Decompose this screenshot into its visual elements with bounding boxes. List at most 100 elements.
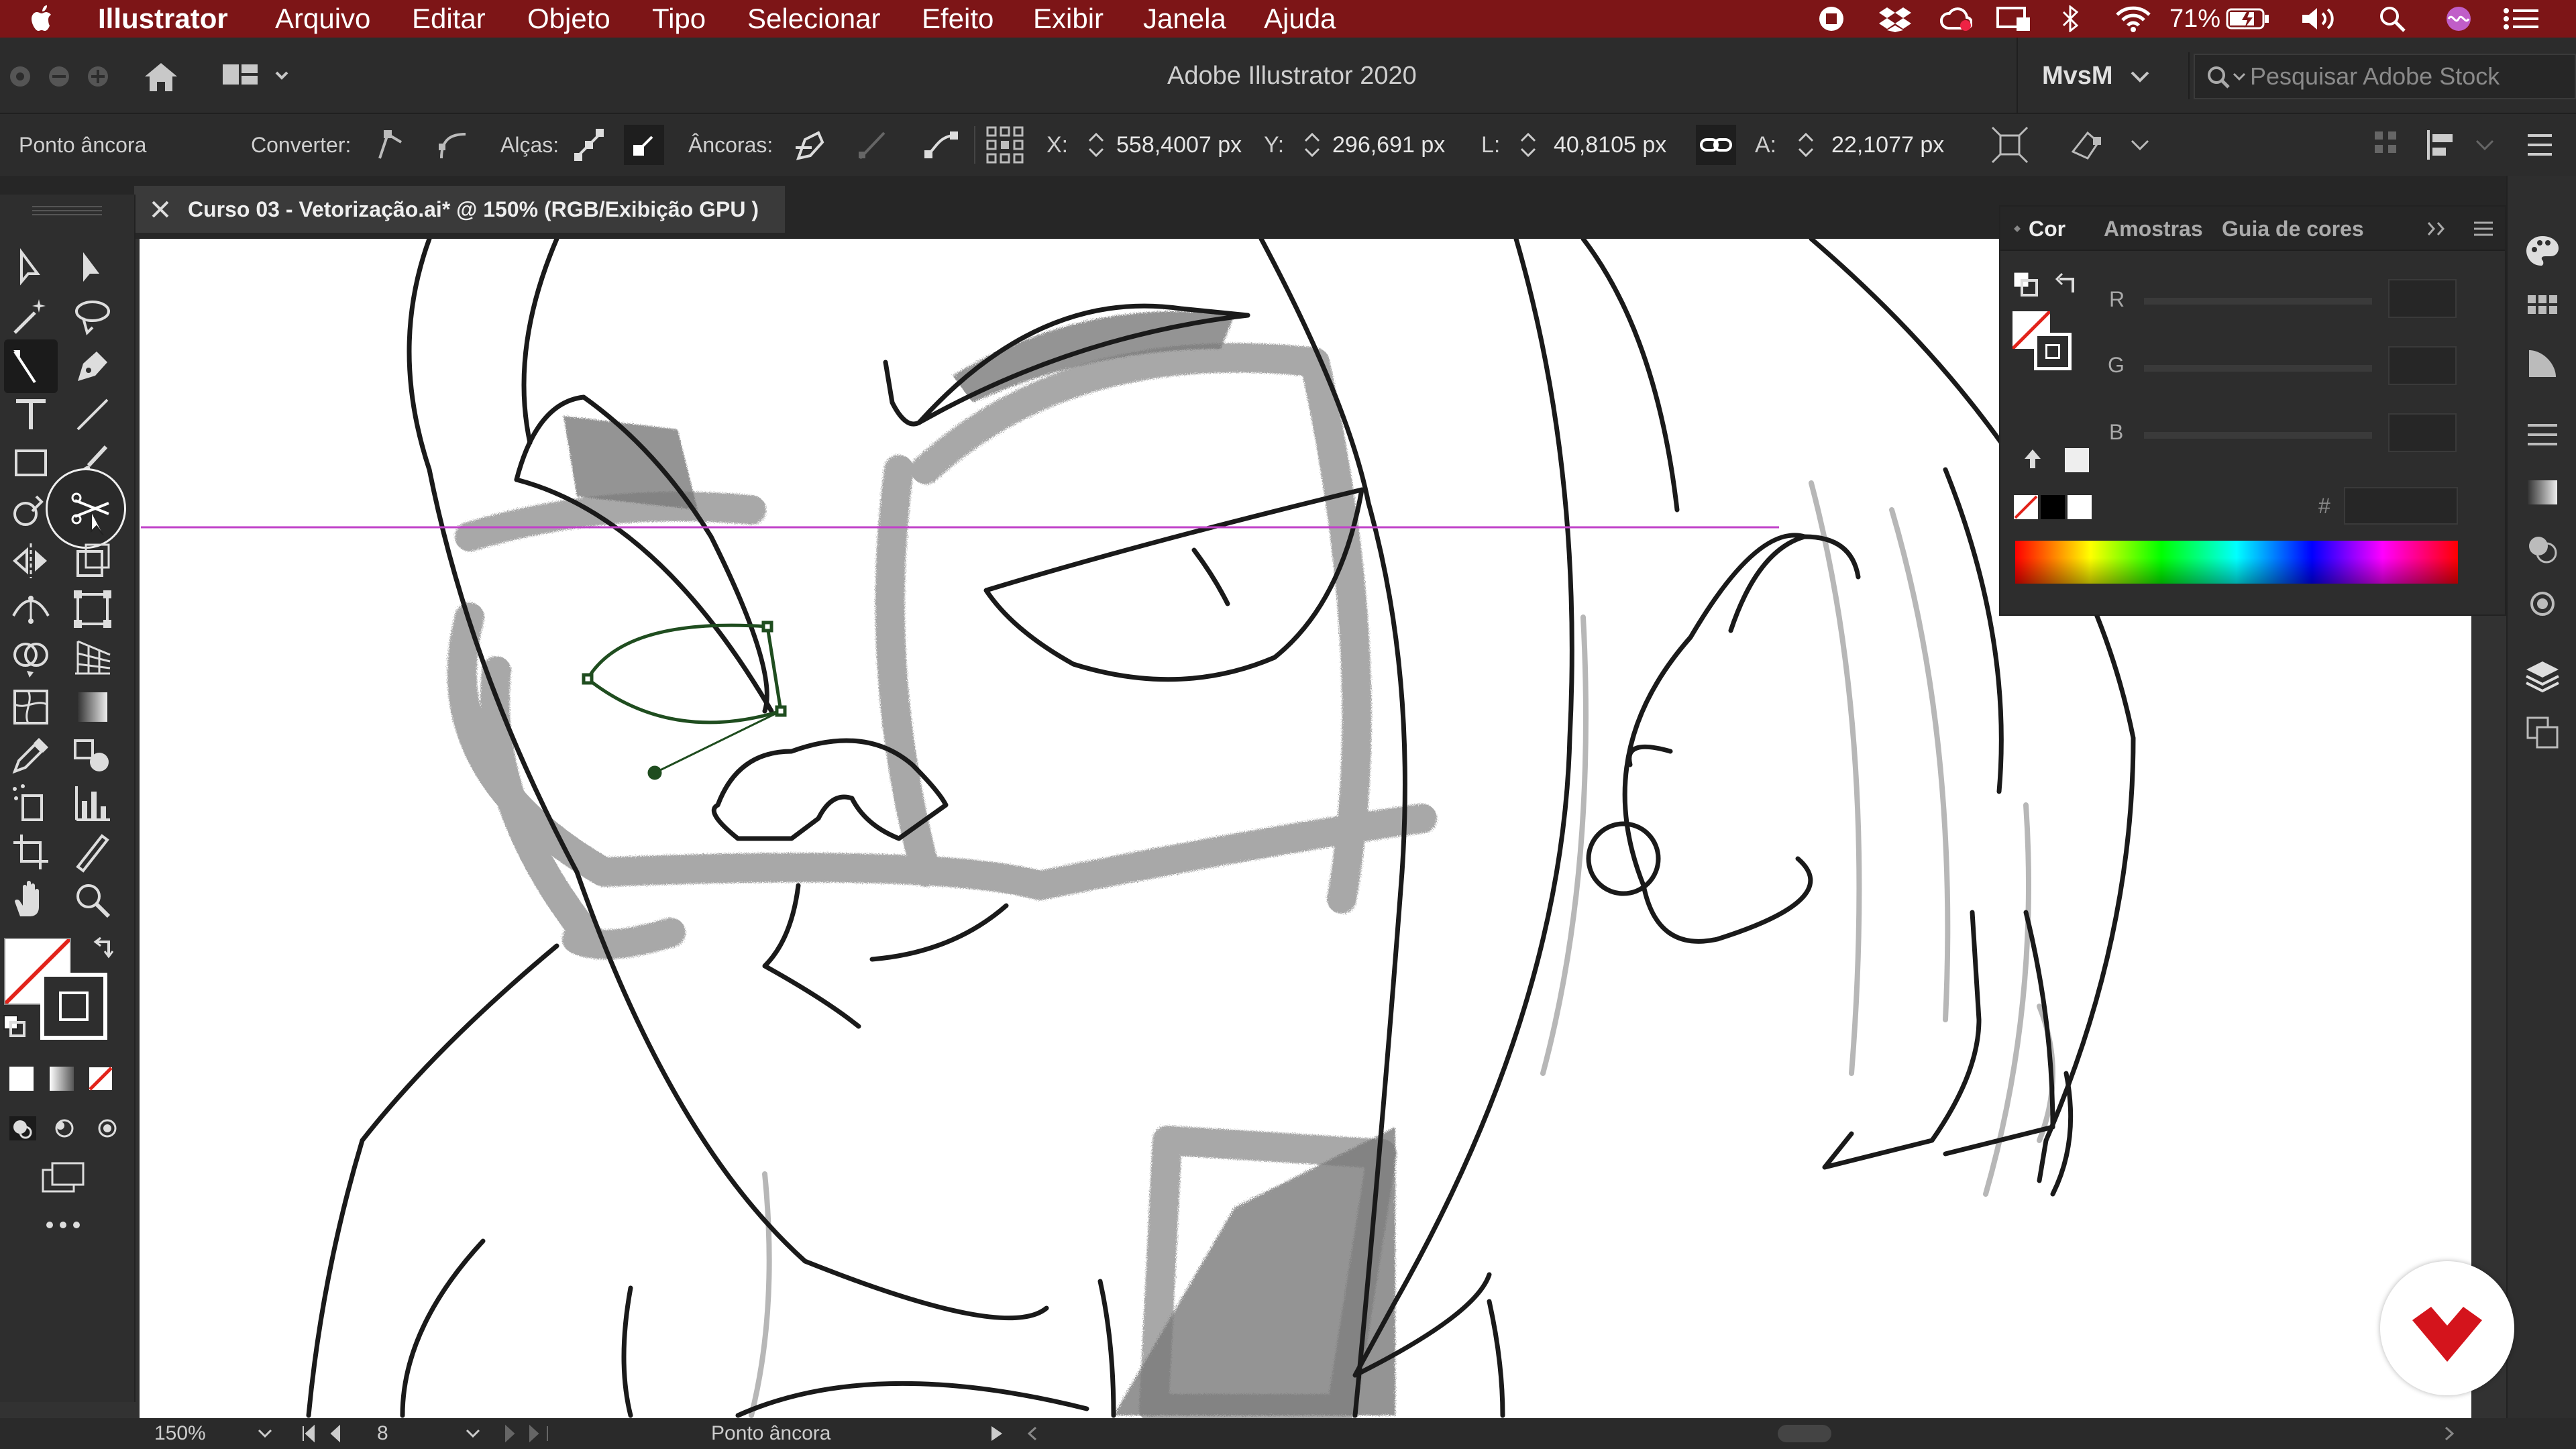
menu-editar[interactable]: Editar [412,1,486,36]
artboards-panel-icon[interactable] [2522,712,2563,753]
zoom-level[interactable]: 150% [154,1418,206,1449]
color-palette-icon[interactable] [2522,231,2563,271]
x-input[interactable]: 558,4007 px [1116,126,1248,164]
gradient-tool-icon[interactable] [68,683,117,731]
swap-fill-stroke-icon[interactable] [91,935,115,962]
blend-tool-icon[interactable] [68,731,117,780]
isolate-icon[interactable] [2068,125,2108,165]
color-mode-button[interactable] [9,1067,34,1091]
menu-exibir[interactable]: Exibir [1033,1,1104,36]
record-icon[interactable] [1817,5,1846,32]
panel-grip-icon[interactable] [27,204,107,217]
artboard-first-prev-icons[interactable] [299,1424,360,1444]
width-stepper[interactable] [1516,126,1540,164]
reflect-tool-icon[interactable] [7,537,55,585]
artboard-number[interactable]: 8 [377,1418,388,1449]
arrange-documents-icon[interactable] [220,60,294,91]
bluetooth-icon[interactable] [2058,5,2082,32]
menu-objeto[interactable]: Objeto [527,1,610,36]
hex-input[interactable] [2344,487,2458,525]
menu-efeito[interactable]: Efeito [922,1,994,36]
swap-colors-icon[interactable] [2054,271,2081,298]
artboard-next-last-icons[interactable] [499,1424,559,1444]
free-transform-tool-icon[interactable] [68,585,117,633]
shape-builder-tool-icon[interactable] [7,633,55,682]
connect-anchors-icon[interactable] [852,125,892,165]
tab-cor[interactable]: Cor [2029,207,2065,251]
notification-center-icon[interactable] [2502,5,2540,32]
mesh-tool-icon[interactable] [7,683,55,731]
stroke-panel-icon[interactable] [2522,416,2563,456]
tab-amostras[interactable]: Amostras [2104,207,2203,251]
distribute-icon[interactable] [2422,125,2462,165]
transparency-icon[interactable] [2522,529,2563,569]
default-colors-icon[interactable] [2012,271,2039,298]
creative-cloud-icon[interactable] [1939,5,1972,32]
appearance-icon[interactable] [2522,584,2563,624]
more-tools-icon[interactable] [43,1218,83,1232]
scale-tool-icon[interactable] [68,537,117,585]
quick-swatches[interactable] [2012,494,2093,521]
apple-icon[interactable] [28,5,58,32]
tab-guia-de-cores[interactable]: Guia de cores [2222,207,2364,251]
out-of-gamut-icon[interactable] [2021,445,2045,472]
color-guide-icon[interactable] [2522,343,2563,384]
panel-stroke-swatch[interactable] [2034,333,2072,370]
column-graph-tool-icon[interactable] [68,780,117,828]
stock-search-input[interactable]: Pesquisar Adobe Stock [2194,54,2576,99]
draw-mode-icons[interactable] [7,1114,121,1143]
b-slider[interactable] [2144,432,2372,439]
zoom-tool-icon[interactable] [68,876,117,924]
color-spectrum[interactable] [2015,541,2458,584]
remove-anchor-icon[interactable] [790,125,830,165]
panel-expand-icon[interactable] [2011,223,2023,235]
g-slider[interactable] [2144,365,2372,372]
collapse-panel-icon[interactable] [2423,219,2450,239]
chevron-down-icon[interactable] [463,1425,483,1442]
chevron-down-icon[interactable] [2120,125,2160,165]
chevron-down-icon[interactable] [2128,67,2152,87]
menu-janela[interactable]: Janela [1143,1,1226,36]
none-mode-icon[interactable] [89,1067,113,1091]
line-tool-icon[interactable] [68,390,117,439]
gradient-panel-icon[interactable] [2522,472,2563,513]
type-tool-icon[interactable] [7,390,55,439]
g-input[interactable] [2388,346,2457,385]
lasso-tool-icon[interactable] [68,292,117,341]
spotlight-search-icon[interactable] [2377,5,2407,32]
width-tool-icon[interactable] [7,585,55,633]
y-input[interactable]: 296,691 px [1332,126,1464,164]
b-input[interactable] [2388,413,2457,452]
gradient-mode-button[interactable] [50,1067,74,1091]
slice-tool-icon[interactable] [68,828,117,876]
r-slider[interactable] [2144,298,2372,305]
workspace-switcher[interactable]: MvsM [2042,38,2113,114]
y-stepper[interactable] [1300,126,1324,164]
menu-tipo[interactable]: Tipo [652,1,706,36]
height-stepper[interactable] [1794,126,1818,164]
convert-to-corner-icon[interactable] [370,125,411,165]
volume-icon[interactable] [2300,5,2341,32]
battery-icon[interactable] [2226,5,2270,32]
siri-icon[interactable] [2443,5,2474,32]
anchor-point-tool-icon[interactable] [7,342,55,390]
perspective-grid-tool-icon[interactable] [68,633,117,682]
link-proportions-icon[interactable] [1696,125,1736,165]
menu-arquivo[interactable]: Arquivo [275,1,370,36]
layers-icon[interactable] [2522,656,2563,696]
width-input[interactable]: 40,8105 px [1554,126,1685,164]
eyedropper-tool-icon[interactable] [7,731,55,780]
cut-path-icon[interactable] [920,125,961,165]
wifi-icon[interactable] [2114,5,2152,32]
panel-menu-icon[interactable] [2470,219,2497,239]
convert-to-smooth-icon[interactable] [432,125,472,165]
play-icon[interactable] [989,1425,1005,1442]
close-icon[interactable] [150,199,170,219]
scroll-right-icon[interactable] [2442,1425,2458,1442]
reference-point-icon[interactable] [985,125,1025,165]
selection-tool-icon[interactable] [7,244,55,292]
home-icon[interactable] [142,60,180,94]
rectangle-tool-icon[interactable] [7,439,55,487]
symbol-sprayer-tool-icon[interactable] [7,780,55,828]
web-safe-swatch[interactable] [2065,448,2089,472]
